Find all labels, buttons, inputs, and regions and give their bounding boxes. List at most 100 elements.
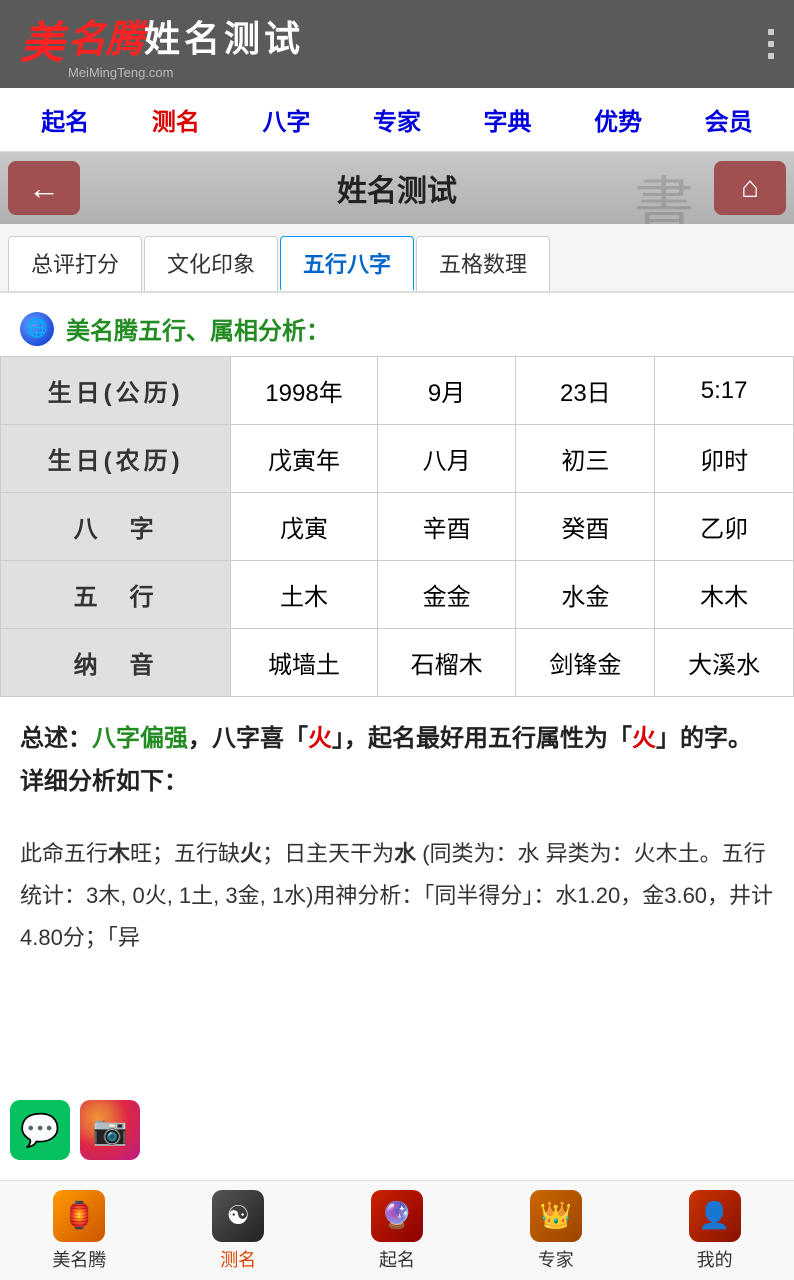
cell-0-3: 5:17 bbox=[655, 357, 794, 425]
nav-zidian[interactable]: 字典 bbox=[472, 94, 544, 145]
back-icon: ← bbox=[28, 170, 60, 207]
summary-prefix: 总述： bbox=[20, 725, 92, 752]
meimingteng-icon: 🏮 bbox=[53, 1190, 105, 1242]
mine-img: 👤 bbox=[698, 1200, 730, 1231]
table-row: 生日(公历) 1998年 9月 23日 5:17 bbox=[1, 357, 794, 425]
page-header: ← 姓名测试 書 ⌂ bbox=[0, 152, 794, 224]
logo-char1: 名 bbox=[68, 8, 106, 63]
water-bold: 水 bbox=[394, 841, 416, 866]
cename-icon: ☯ bbox=[212, 1190, 264, 1242]
cell-1-0: 戊寅年 bbox=[231, 425, 377, 493]
home-button[interactable]: ⌂ bbox=[714, 161, 786, 215]
bottom-nav-mine[interactable]: 👤 我的 bbox=[635, 1190, 794, 1272]
menu-button[interactable] bbox=[768, 29, 774, 59]
summary-section: 总述：八字偏强，八字喜「火」，起名最好用五行属性为「火」的字。详细分析如下： bbox=[0, 697, 794, 823]
row-label-0: 生日(公历) bbox=[1, 357, 231, 425]
bottom-nav-meimingteng[interactable]: 🏮 美名腾 bbox=[0, 1190, 159, 1272]
mine-label: 我的 bbox=[697, 1246, 733, 1272]
cell-0-1: 9月 bbox=[377, 357, 516, 425]
cell-4-1: 石榴木 bbox=[377, 629, 516, 697]
tab-wuxing[interactable]: 五行八字 bbox=[280, 236, 414, 291]
nav-youshi[interactable]: 优势 bbox=[582, 94, 654, 145]
naming-label: 起名 bbox=[379, 1246, 415, 1272]
nav-zhuanjia[interactable]: 专家 bbox=[361, 94, 433, 145]
logo: 美 名 腾 姓名测试 MeiMingTeng.com bbox=[20, 8, 304, 80]
nav-bar: 起名 测名 八字 专家 字典 优势 会员 bbox=[0, 88, 794, 152]
row-label-4: 纳 音 bbox=[1, 629, 231, 697]
camera-icon: 📷 bbox=[93, 1114, 128, 1147]
naming-img: 🔮 bbox=[381, 1200, 413, 1231]
cell-1-2: 初三 bbox=[516, 425, 655, 493]
nav-cename[interactable]: 测名 bbox=[140, 94, 212, 145]
wechat-icon: 💬 bbox=[20, 1111, 60, 1149]
expert-img: 👑 bbox=[540, 1200, 572, 1231]
top-header: 美 名 腾 姓名测试 MeiMingTeng.com bbox=[0, 0, 794, 88]
expert-label: 专家 bbox=[538, 1246, 574, 1272]
table-row: 五 行 土木 金金 水金 木木 bbox=[1, 561, 794, 629]
cell-2-0: 戊寅 bbox=[231, 493, 377, 561]
summary-fire2: 火 bbox=[632, 725, 656, 752]
cell-3-0: 土木 bbox=[231, 561, 377, 629]
naming-icon: 🔮 bbox=[371, 1190, 423, 1242]
birth-table: 生日(公历) 1998年 9月 23日 5:17 生日(农历) 戊寅年 八月 初… bbox=[0, 356, 794, 697]
dot3 bbox=[768, 53, 774, 59]
bottom-nav-cename[interactable]: ☯ 测名 bbox=[159, 1190, 318, 1272]
meimingteng-label: 美名腾 bbox=[52, 1246, 106, 1272]
tab-wuge[interactable]: 五格数理 bbox=[416, 236, 550, 291]
cell-2-1: 辛酉 bbox=[377, 493, 516, 561]
summary-fire1: 火 bbox=[308, 725, 332, 752]
logo-text: 姓名测试 bbox=[144, 10, 304, 62]
cell-3-2: 水金 bbox=[516, 561, 655, 629]
nav-bazi[interactable]: 八字 bbox=[250, 94, 322, 145]
cell-4-0: 城墙土 bbox=[231, 629, 377, 697]
mine-icon: 👤 bbox=[689, 1190, 741, 1242]
cell-2-3: 乙卯 bbox=[655, 493, 794, 561]
meimingteng-img: 🏮 bbox=[63, 1200, 95, 1231]
summary-mid1: ，八字喜「 bbox=[188, 725, 308, 752]
cename-img: ☯ bbox=[227, 1200, 250, 1231]
dot1 bbox=[768, 29, 774, 35]
table-row: 生日(农历) 戊寅年 八月 初三 卯时 bbox=[1, 425, 794, 493]
cell-1-1: 八月 bbox=[377, 425, 516, 493]
wood-bold: 木 bbox=[108, 841, 130, 866]
back-button[interactable]: ← bbox=[8, 161, 80, 215]
row-label-3: 五 行 bbox=[1, 561, 231, 629]
logo-icon: 美 bbox=[20, 22, 64, 66]
nav-qiming[interactable]: 起名 bbox=[29, 94, 101, 145]
table-row: 八 字 戊寅 辛酉 癸酉 乙卯 bbox=[1, 493, 794, 561]
cell-0-0: 1998年 bbox=[231, 357, 377, 425]
tab-zoneping[interactable]: 总评打分 bbox=[8, 236, 142, 291]
home-icon: ⌂ bbox=[741, 171, 759, 205]
cell-4-2: 剑锋金 bbox=[516, 629, 655, 697]
logo-url: MeiMingTeng.com bbox=[68, 65, 304, 80]
bottom-nav-naming[interactable]: 🔮 起名 bbox=[318, 1190, 477, 1272]
section-title: 美名腾五行、属相分析： bbox=[66, 311, 330, 346]
section-header: 🌐 美名腾五行、属相分析： bbox=[0, 293, 794, 356]
tab-wenhua[interactable]: 文化印象 bbox=[144, 236, 278, 291]
cell-4-3: 大溪水 bbox=[655, 629, 794, 697]
logo-char2: 腾 bbox=[106, 8, 144, 63]
globe-icon: 🌐 bbox=[26, 318, 48, 339]
detail-text: 此命五行木旺；五行缺火；日主天干为水 (同类为：水 异类为：火木土。五行统计：3… bbox=[20, 841, 773, 950]
row-label-1: 生日(农历) bbox=[1, 425, 231, 493]
cell-1-3: 卯时 bbox=[655, 425, 794, 493]
calligraphy-bg: 書 bbox=[634, 157, 694, 224]
cename-label: 测名 bbox=[220, 1246, 256, 1272]
bottom-nav: 🏮 美名腾 ☯ 测名 🔮 起名 👑 专家 👤 我的 bbox=[0, 1180, 794, 1280]
nav-huiyuan[interactable]: 会员 bbox=[693, 94, 765, 145]
expert-icon: 👑 bbox=[530, 1190, 582, 1242]
table-row: 纳 音 城墙土 石榴木 剑锋金 大溪水 bbox=[1, 629, 794, 697]
detail-section: 此命五行木旺；五行缺火；日主天干为水 (同类为：水 异类为：火木土。五行统计：3… bbox=[0, 823, 794, 978]
section-icon: 🌐 bbox=[20, 312, 54, 346]
page-title: 姓名测试 bbox=[337, 166, 457, 210]
camera-float-button[interactable]: 📷 bbox=[80, 1100, 140, 1160]
cell-3-1: 金金 bbox=[377, 561, 516, 629]
fire-bold: 火 bbox=[240, 841, 262, 866]
bottom-nav-expert[interactable]: 👑 专家 bbox=[476, 1190, 635, 1272]
dot2 bbox=[768, 41, 774, 47]
summary-mid2: 」，起名最好用五行属性为「 bbox=[332, 725, 632, 752]
tabs-container: 总评打分 文化印象 五行八字 五格数理 bbox=[0, 224, 794, 293]
summary-strong: 八字偏强 bbox=[92, 725, 188, 752]
row-label-2: 八 字 bbox=[1, 493, 231, 561]
wechat-float-button[interactable]: 💬 bbox=[10, 1100, 70, 1160]
